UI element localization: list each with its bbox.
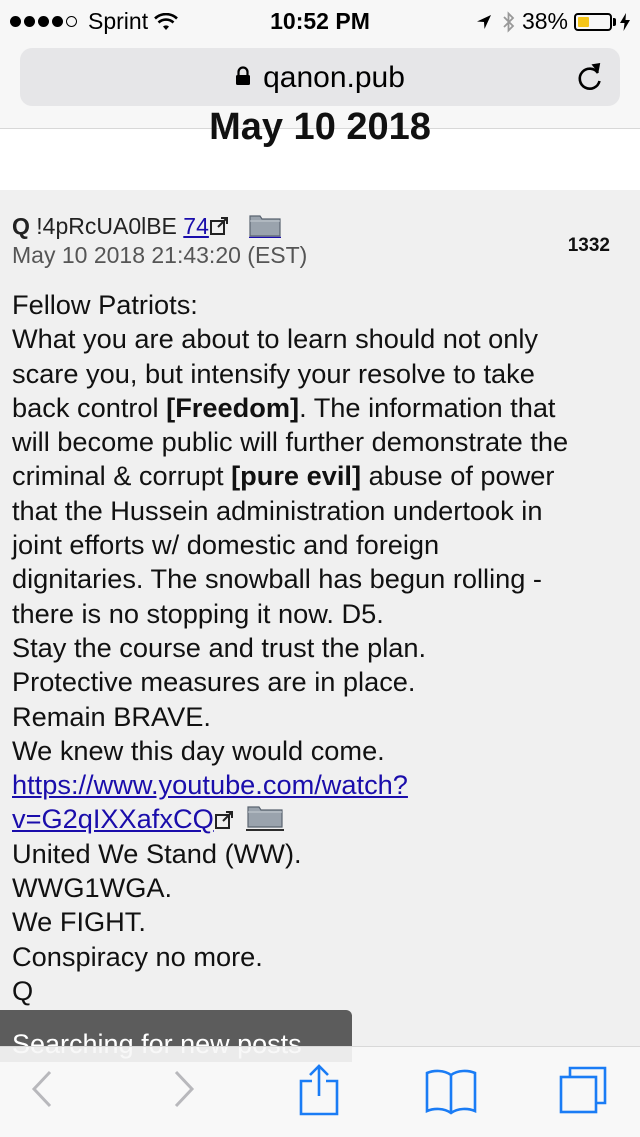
post-line: back control [Freedom]. The information … (12, 391, 632, 425)
bold-text: [Freedom] (166, 391, 300, 423)
post-line: https://www.youtube.com/watch? (12, 768, 632, 802)
post-line: v=G2qIXXafxCQ (12, 802, 632, 836)
external-link-icon[interactable] (209, 215, 229, 242)
reload-icon[interactable] (576, 62, 604, 97)
post-line: Conspiracy no more. (12, 940, 263, 972)
bookmarks-icon[interactable] (424, 1067, 478, 1120)
charging-bolt-icon (620, 12, 630, 31)
post-text: back control (12, 391, 167, 423)
post-line: will become public will further demonstr… (12, 426, 569, 458)
url-text: qanon.pub (263, 61, 405, 94)
back-icon[interactable] (30, 1069, 56, 1114)
bluetooth-icon (502, 10, 516, 33)
post-timestamp: May 10 2018 21:43:20 (EST) (12, 242, 308, 268)
folder-icon[interactable] (245, 803, 284, 839)
post-line: Protective measures are in place. (12, 666, 416, 698)
post-line: Stay the course and trust the plan. (12, 631, 427, 663)
post-line: What you are about to learn should not o… (12, 323, 538, 355)
post-header: Q !4pRcUA0lBE 74 (12, 212, 282, 244)
post-line: criminal & corrupt [pure evil] abuse of … (12, 459, 632, 493)
battery-nub (613, 17, 616, 26)
post-line: joint efforts w/ domestic and foreign (12, 529, 440, 561)
status-right: 38% (476, 8, 630, 35)
post-text: . The information that (299, 391, 556, 423)
battery-percent: 38% (521, 8, 568, 34)
location-arrow-icon (476, 14, 492, 30)
post-line: dignitaries. The snowball has begun roll… (12, 563, 542, 595)
post-line: there is no stopping it now. D5. (12, 597, 384, 629)
folder-icon[interactable] (249, 212, 282, 244)
address-bar[interactable]: qanon.pub (20, 48, 620, 106)
post-line: scare you, but intensify your resolve to… (12, 357, 535, 389)
post-line: United We Stand (WW). (12, 837, 302, 869)
share-icon[interactable] (298, 1063, 340, 1122)
post-line: that the Hussein administration undertoo… (12, 494, 543, 526)
post-author: Q (12, 213, 30, 240)
post-line: Remain BRAVE. (12, 700, 211, 732)
address-center: qanon.pub (20, 61, 620, 95)
post-body: Fellow Patriots: What you are about to l… (12, 288, 632, 1008)
post-line: Fellow Patriots: (12, 289, 198, 320)
status-bar: Sprint 10:52 PM 38% (0, 0, 640, 40)
post-line: We knew this day would come. (12, 734, 385, 766)
youtube-link[interactable]: https://www.youtube.com/watch? (12, 769, 408, 800)
battery-icon (574, 12, 612, 31)
bold-text: [pure evil] (231, 460, 362, 492)
forward-icon[interactable] (170, 1069, 196, 1114)
battery-level-fill (578, 16, 589, 27)
post-line: We FIGHT. (12, 906, 146, 938)
bottom-toolbar (0, 1046, 640, 1137)
post-card: Q !4pRcUA0lBE 74 May 10 2018 21:43:20 (E… (0, 190, 640, 1050)
tabs-icon[interactable] (558, 1065, 608, 1120)
post-text: criminal & corrupt (12, 460, 232, 492)
post-line: WWG1WGA. (12, 872, 173, 904)
external-link-icon[interactable] (214, 804, 234, 838)
post-text: abuse of power (361, 460, 555, 492)
post-tripcode: !4pRcUA0lBE (36, 213, 177, 240)
lock-icon (235, 60, 251, 94)
date-heading: May 10 2018 (209, 106, 431, 148)
youtube-link-cont[interactable]: v=G2qIXXafxCQ (12, 803, 214, 834)
post-line: Q (12, 974, 34, 1006)
reply-count-link[interactable]: 74 (183, 213, 209, 239)
post-number: 1332 (567, 235, 610, 256)
